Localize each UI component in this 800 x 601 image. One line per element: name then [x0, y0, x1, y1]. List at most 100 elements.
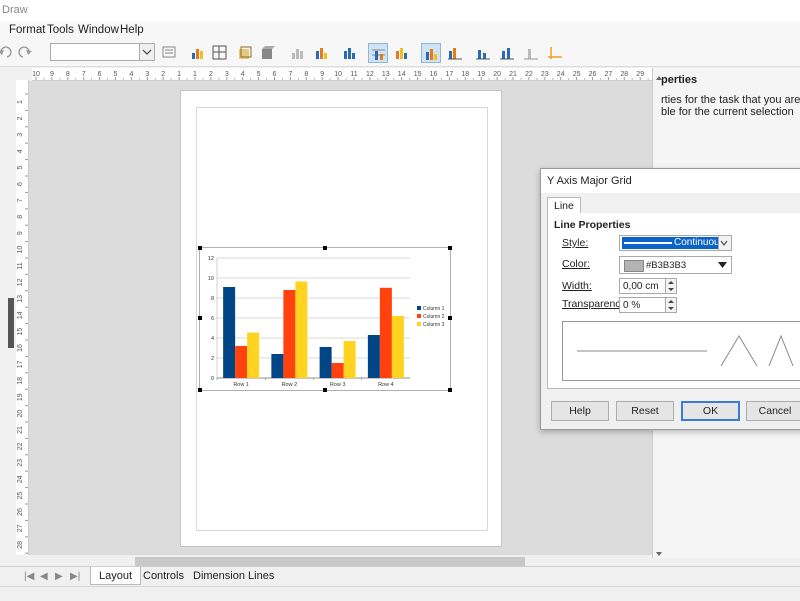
spin-arrows-icon[interactable] [665, 279, 676, 293]
width-value: 0,00 cm [623, 281, 659, 292]
spin-arrows-icon[interactable] [665, 298, 676, 312]
chevron-down-icon[interactable] [139, 44, 154, 60]
scroll-down-icon[interactable] [656, 546, 662, 560]
format-selection-icon[interactable] [288, 43, 308, 63]
ruler-label: 12 [366, 71, 374, 78]
text-scaling-icon[interactable] [445, 43, 465, 63]
ruler-label: 3 [225, 71, 229, 78]
selection-handle[interactable] [323, 246, 327, 250]
sidebar-collapse-handle[interactable] [8, 298, 14, 348]
chevron-down-icon[interactable] [718, 236, 731, 250]
ruler-label: 10 [334, 71, 342, 78]
menu-format[interactable]: Format [9, 24, 45, 36]
ruler-label: 11 [17, 262, 24, 269]
ruler-label: 12 [17, 278, 24, 286]
ruler-label: 16 [430, 71, 438, 78]
next-tab-icon[interactable]: ▶ [55, 571, 63, 582]
chart-object[interactable]: 0 2 4 6 8 10 12 Row 1 Row 2 Row 3 Row 4 Column 1 Col… [199, 247, 451, 391]
chevron-down-icon[interactable] [718, 261, 727, 272]
chart-type-icon[interactable] [188, 43, 208, 63]
cancel-button[interactable]: Cancel [746, 401, 800, 421]
ruler-label: 23 [541, 71, 549, 78]
ruler-label: 7 [82, 71, 86, 78]
insert-grids-icon[interactable] [545, 43, 565, 63]
bar [331, 363, 344, 378]
ruler-label: 5 [114, 71, 118, 78]
last-tab-icon[interactable]: ▶| [70, 571, 80, 582]
dialog-title-bar[interactable]: Y Axis Major Grid [541, 169, 800, 193]
style-select[interactable]: Continuou [619, 235, 732, 251]
bar-chart: 0 2 4 6 8 10 12 Row 1 Row 2 Row 3 Row 4 Column 1 Col… [208, 256, 445, 388]
ruler-label: 26 [589, 71, 597, 78]
vertical-grids-icon[interactable] [392, 43, 412, 63]
selection-handle[interactable] [448, 388, 452, 392]
menu-window[interactable]: Window [78, 24, 119, 36]
x-tick-label: Row 1 [233, 382, 249, 388]
y-tick-label: 2 [211, 356, 214, 362]
data-range-icon[interactable] [235, 43, 255, 63]
selection-handle[interactable] [198, 316, 202, 320]
selection-handle[interactable] [448, 316, 452, 320]
redo-icon[interactable] [16, 43, 36, 63]
bar [391, 316, 404, 378]
ruler-label: 7 [17, 198, 24, 202]
chart-area-icon[interactable] [340, 43, 360, 63]
ruler-label: 14 [398, 71, 406, 78]
first-tab-icon[interactable]: |◀ [24, 571, 34, 582]
undo-icon[interactable] [0, 43, 16, 63]
selection-handle[interactable] [198, 246, 202, 250]
ruler-label: 24 [17, 475, 24, 483]
status-bar [0, 586, 800, 601]
horizontal-ruler-ticks: 10 9 8 7 6 5 4 3 2 1 1 2 3 4 5 6 7 8 9 10 11 12 13 14 15 16 17 18 19… [32, 71, 649, 80]
chart-wall-icon[interactable] [312, 43, 332, 63]
ok-button[interactable]: OK [681, 401, 740, 421]
x-tick-label: Row 2 [282, 382, 298, 388]
ruler-label: 5 [257, 71, 261, 78]
insert-titles-icon[interactable] [497, 43, 517, 63]
sidebar-message-line1: rties for the task that you are perfor [661, 94, 800, 106]
ruler-label: 5 [17, 166, 24, 170]
properties-icon[interactable] [160, 43, 180, 63]
ruler-label: 9 [17, 231, 24, 235]
3d-view-icon[interactable] [258, 43, 278, 63]
legend-on-off-icon[interactable] [421, 43, 441, 63]
chart-element-select[interactable] [50, 43, 155, 61]
horizontal-grids-icon[interactable] [368, 43, 388, 63]
selection-handle[interactable] [323, 388, 327, 392]
ruler-label: 21 [17, 426, 24, 434]
sheet-tab-bar: |◀ ◀ ▶ ▶| Layout Controls Dimension Line… [0, 566, 800, 587]
ruler-label: 29 [636, 71, 644, 78]
line-style-preview [622, 237, 674, 249]
ruler-label: 1 [177, 71, 181, 78]
ruler-label: 8 [17, 215, 24, 219]
help-button[interactable]: Help [551, 401, 609, 421]
menu-help[interactable]: Help [120, 24, 144, 36]
tab-controls[interactable]: Controls [135, 567, 192, 585]
width-spinner[interactable]: 0,00 cm [619, 278, 677, 294]
legend-label: Column 2 [423, 314, 445, 320]
reset-button[interactable]: Reset [616, 401, 674, 421]
selection-handle[interactable] [448, 246, 452, 250]
tab-line[interactable]: Line [547, 197, 581, 213]
transparency-spinner[interactable]: 0 % [619, 297, 677, 313]
ruler-label: 1 [193, 71, 197, 78]
ruler-label: 17 [446, 71, 454, 78]
data-table-icon[interactable] [210, 43, 230, 63]
y-tick-label: 4 [211, 336, 214, 342]
color-picker[interactable]: #B3B3B3 [619, 256, 732, 274]
line-preview [562, 321, 800, 381]
automatic-layout-icon[interactable] [473, 43, 493, 63]
ruler-label: 17 [17, 360, 24, 368]
scroll-up-icon[interactable] [656, 70, 662, 84]
tab-dimension-lines[interactable]: Dimension Lines [185, 567, 282, 585]
tab-layout[interactable]: Layout [90, 567, 142, 585]
ruler-label: 7 [288, 71, 292, 78]
transparency-value: 0 % [623, 300, 641, 311]
insert-axes-icon[interactable] [521, 43, 541, 63]
ruler-label: 8 [304, 71, 308, 78]
menu-tools[interactable]: Tools [47, 24, 74, 36]
bar [295, 281, 308, 378]
selection-handle[interactable] [198, 388, 202, 392]
prev-tab-icon[interactable]: ◀ [40, 571, 48, 582]
horizontal-ruler: 10 9 8 7 6 5 4 3 2 1 1 2 3 4 5 6 7 8 9 10 11 12 13 14 15 16 17 18 19… [32, 68, 652, 81]
